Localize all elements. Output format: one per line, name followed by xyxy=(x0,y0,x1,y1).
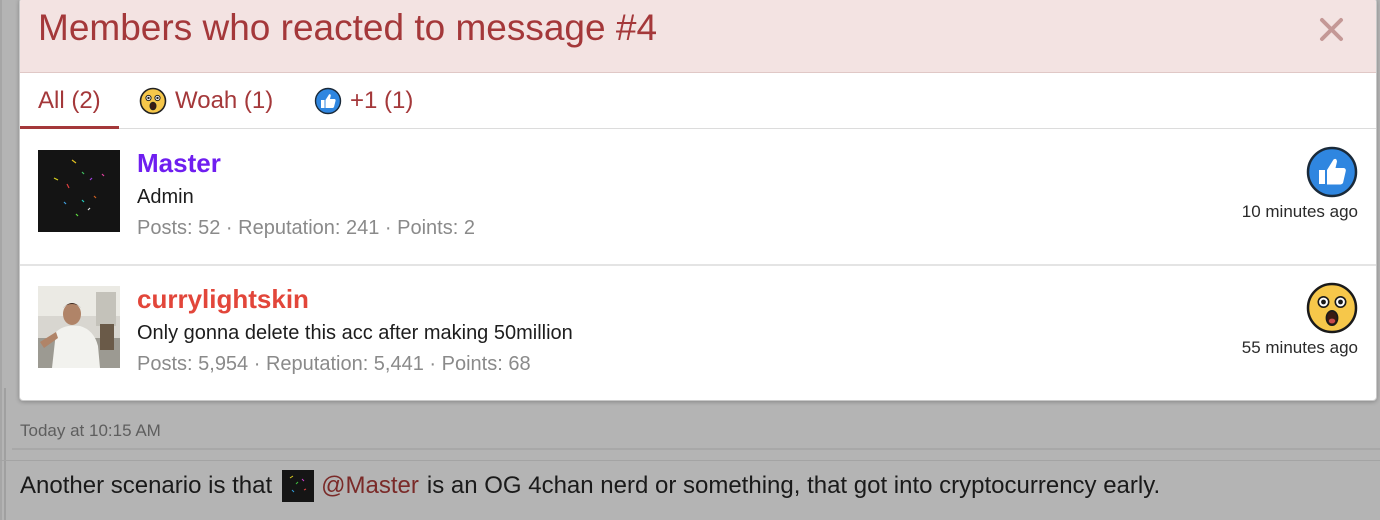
tab-woah[interactable]: Woah (1) xyxy=(139,73,273,129)
member-title: Only gonna delete this acc after making … xyxy=(137,322,573,344)
reaction-tabs: All (2) Woah (1) +1 (1) xyxy=(20,73,1376,129)
member-row: Master Admin Posts: 52 · Reputation: 241… xyxy=(20,130,1376,266)
member-stats: Posts: 5,954 · Reputation: 5,441 · Point… xyxy=(137,353,531,375)
reaction-time: 10 minutes ago xyxy=(1241,202,1358,221)
reactions-dialog: Members who reacted to message #4 All (2… xyxy=(19,0,1377,401)
tab-woah-label: Woah (1) xyxy=(175,87,274,114)
mention-avatar xyxy=(282,470,315,502)
avatar[interactable] xyxy=(38,286,120,368)
avatar[interactable] xyxy=(38,150,120,232)
dialog-header: Members who reacted to message #4 xyxy=(20,0,1376,73)
tab-all[interactable]: All (2) xyxy=(20,73,119,129)
dialog-title: Members who reacted to message #4 xyxy=(38,7,658,48)
member-stats: Posts: 52 · Reputation: 241 · Points: 2 xyxy=(137,217,475,239)
post-body: Another scenario is that @Master is an O… xyxy=(20,470,1160,502)
member-name[interactable]: currylightskin xyxy=(137,284,309,315)
post-border xyxy=(4,388,6,520)
close-icon xyxy=(1320,18,1343,41)
tab-plus-one[interactable]: +1 (1) xyxy=(314,73,413,129)
woah-icon xyxy=(139,87,167,115)
mention-link[interactable]: @Master xyxy=(321,472,419,500)
reaction-time: 55 minutes ago xyxy=(1241,338,1358,357)
member-row: currylightskin Only gonna delete this ac… xyxy=(20,266,1376,400)
thumbs-up-icon xyxy=(314,87,342,115)
woah-icon xyxy=(1306,282,1358,334)
tab-all-label: All (2) xyxy=(38,87,101,114)
post-divider xyxy=(12,448,1380,450)
thumbs-up-icon xyxy=(1306,146,1358,198)
tab-plus-one-label: +1 (1) xyxy=(350,87,414,114)
post-divider-lower xyxy=(0,460,1380,461)
post-text-after: is an OG 4chan nerd or something, that g… xyxy=(426,472,1161,499)
member-name[interactable]: Master xyxy=(137,148,221,179)
member-title: Admin xyxy=(137,186,194,208)
post-timestamp: Today at 10:15 AM xyxy=(20,421,161,440)
left-border xyxy=(0,0,2,520)
close-button[interactable] xyxy=(1312,9,1352,49)
post-text-before: Another scenario is that xyxy=(20,472,273,499)
